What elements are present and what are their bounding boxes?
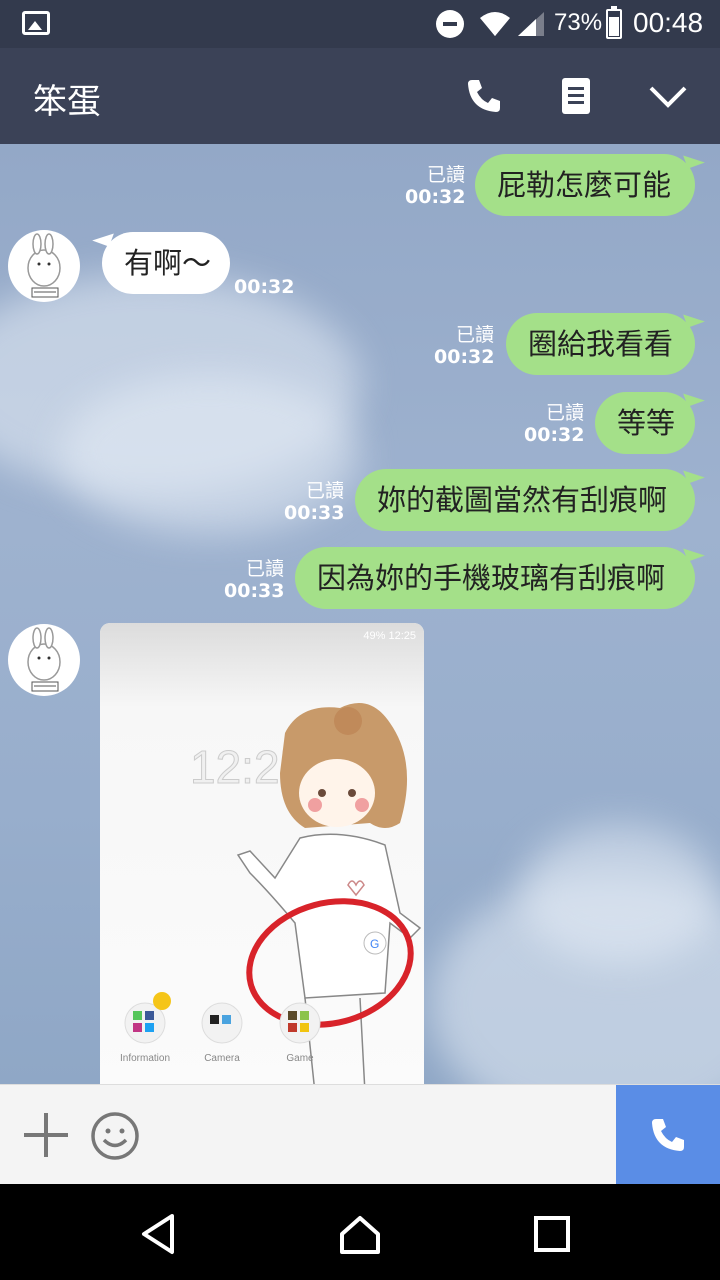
message-meta: 已讀 00:32 xyxy=(434,324,494,368)
chat-header: 笨蛋 xyxy=(0,48,720,144)
message-meta: 已讀 00:32 xyxy=(524,402,584,446)
photo-app-label: Information xyxy=(120,1053,170,1064)
read-receipt: 已讀 xyxy=(455,324,494,346)
svg-text:G: G xyxy=(370,937,379,951)
outgoing-message[interactable]: 屁勒怎麼可能 xyxy=(475,154,695,216)
phone-icon[interactable] xyxy=(464,76,504,116)
outgoing-message[interactable]: 等等 xyxy=(595,392,695,454)
message-meta: 已讀 00:33 xyxy=(224,558,284,602)
read-receipt: 已讀 xyxy=(245,558,284,580)
call-button[interactable] xyxy=(616,1085,720,1185)
read-receipt: 已讀 xyxy=(426,164,465,186)
avatar[interactable] xyxy=(8,230,80,302)
message-time: 00:32 xyxy=(405,186,466,208)
avatar[interactable] xyxy=(8,624,80,696)
chevron-down-icon[interactable] xyxy=(648,76,688,116)
image-message[interactable]: 49% 12:25 12:25 G Information Camera Gam… xyxy=(100,623,424,1084)
call-icon xyxy=(652,1119,684,1151)
read-receipt: 已讀 xyxy=(545,402,584,424)
gallery-icon xyxy=(22,11,50,35)
status-time: 00:48 xyxy=(633,7,704,38)
incoming-message[interactable]: 有啊～ xyxy=(102,232,230,294)
message-meta: 已讀 00:33 xyxy=(284,480,344,524)
photo-app-label: Game xyxy=(286,1053,314,1064)
recents-icon[interactable] xyxy=(530,1212,574,1256)
message-time: 00:32 xyxy=(434,346,495,368)
battery-icon xyxy=(606,6,622,39)
plus-icon[interactable] xyxy=(24,1113,68,1157)
status-bar: 73% 00:48 xyxy=(0,0,720,48)
signal-icon xyxy=(518,12,544,36)
do-not-disturb-icon xyxy=(436,10,464,38)
read-receipt: 已讀 xyxy=(305,480,344,502)
outgoing-message[interactable]: 因為妳的手機玻璃有刮痕啊 xyxy=(295,547,695,609)
message-time: 00:33 xyxy=(224,580,285,602)
input-bar xyxy=(0,1084,720,1185)
outgoing-message[interactable]: 妳的截圖當然有刮痕啊 xyxy=(355,469,695,531)
chat-title: 笨蛋 xyxy=(33,82,101,122)
wifi-icon xyxy=(480,12,510,36)
notes-icon[interactable] xyxy=(556,76,596,116)
message-meta: 已讀 00:32 xyxy=(405,164,465,208)
message-time: 00:32 xyxy=(234,276,295,298)
message-time: 00:33 xyxy=(284,502,345,524)
navigation-bar xyxy=(0,1184,720,1280)
emoji-icon[interactable] xyxy=(90,1111,140,1161)
outgoing-message[interactable]: 圈給我看看 xyxy=(506,313,695,375)
photo-status: 49% 12:25 xyxy=(363,630,416,642)
photo-app-label: Camera xyxy=(204,1053,240,1064)
home-icon[interactable] xyxy=(338,1212,382,1256)
chat-area[interactable]: 已讀 00:32 屁勒怎麼可能 有啊～ 00:32 已讀 00:32 圈給我看看… xyxy=(0,144,720,1084)
message-time: 00:32 xyxy=(524,424,585,446)
back-icon[interactable] xyxy=(138,1212,182,1256)
battery-percent: 73% xyxy=(554,9,603,36)
